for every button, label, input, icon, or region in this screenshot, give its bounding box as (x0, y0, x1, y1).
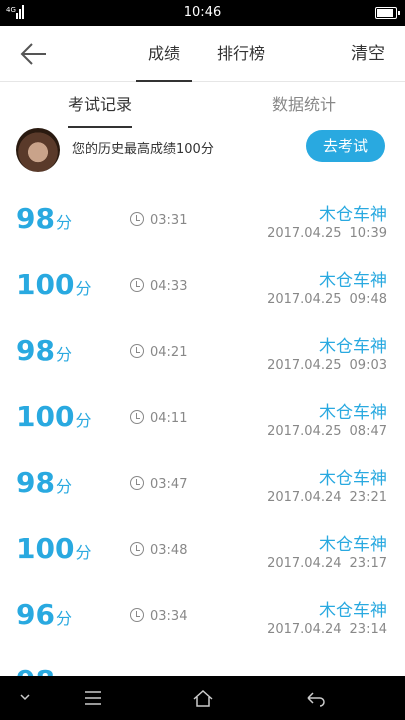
score: 98分 (16, 202, 72, 235)
chevron-down-icon[interactable] (0, 676, 50, 720)
score: 100分 (16, 400, 92, 433)
duration: 03:47 (130, 476, 187, 492)
duration: 04:11 (130, 410, 187, 426)
list-item[interactable]: 100分 04:33 木仓车神 2017.04.25 09:48 (0, 254, 405, 320)
home-icon[interactable] (178, 676, 228, 720)
subtab-exam-records[interactable]: 考试记录 (40, 82, 160, 128)
list-item[interactable]: 98分 04:21 木仓车神 2017.04.25 09:03 (0, 320, 405, 386)
clock-icon (130, 476, 144, 490)
score: 98分 (16, 466, 72, 499)
subtab-statistics[interactable]: 数据统计 (244, 82, 364, 128)
records-list: 98分 03:31 木仓车神 2017.04.25 10:39 100分 04:3… (0, 188, 405, 716)
timestamp: 2017.04.25 08:47 (267, 424, 387, 439)
menu-icon[interactable] (68, 676, 118, 720)
battery-icon (375, 7, 400, 19)
score: 98分 (16, 334, 72, 367)
user-name: 木仓车神 (319, 469, 387, 489)
timestamp: 2017.04.24 23:14 (267, 622, 387, 637)
clock-icon (130, 212, 144, 226)
subtabs: 考试记录 数据统计 (0, 82, 405, 128)
clock-icon (130, 344, 144, 358)
duration: 03:31 (130, 212, 187, 228)
list-item[interactable]: 100分 04:11 木仓车神 2017.04.25 08:47 (0, 386, 405, 452)
user-name: 木仓车神 (319, 271, 387, 291)
list-item[interactable]: 98分 03:47 木仓车神 2017.04.24 23:21 (0, 452, 405, 518)
timestamp: 2017.04.24 23:21 (267, 490, 387, 505)
tab-score[interactable]: 成绩 (136, 26, 192, 82)
list-item[interactable]: 100分 03:48 木仓车神 2017.04.24 23:17 (0, 518, 405, 584)
back-icon[interactable] (290, 676, 340, 720)
timestamp: 2017.04.25 09:03 (267, 358, 387, 373)
clock-icon (130, 608, 144, 622)
back-arrow-icon[interactable] (18, 40, 50, 68)
duration: 03:34 (130, 608, 187, 624)
tab-ranking[interactable]: 排行榜 (208, 26, 274, 82)
duration: 03:48 (130, 542, 187, 558)
profile-summary: 您的历史最高成绩100分 去考试 (0, 128, 405, 172)
score: 100分 (16, 532, 92, 565)
duration: 04:33 (130, 278, 187, 294)
take-exam-button[interactable]: 去考试 (306, 130, 385, 162)
user-name: 木仓车神 (319, 205, 387, 225)
system-nav-bar (0, 676, 405, 720)
user-name: 木仓车神 (319, 535, 387, 555)
header: 成绩 排行榜 清空 (0, 26, 405, 82)
list-item[interactable]: 96分 03:34 木仓车神 2017.04.24 23:14 (0, 584, 405, 650)
user-name: 木仓车神 (319, 403, 387, 423)
score: 96分 (16, 598, 72, 631)
status-time: 10:46 (183, 5, 222, 20)
timestamp: 2017.04.25 09:48 (267, 292, 387, 307)
user-name: 木仓车神 (319, 601, 387, 621)
list-item[interactable]: 98分 03:31 木仓车神 2017.04.25 10:39 (0, 188, 405, 254)
score: 100分 (16, 268, 92, 301)
clock-icon (130, 410, 144, 424)
user-name: 木仓车神 (319, 337, 387, 357)
best-score-text: 您的历史最高成绩100分 (72, 142, 214, 157)
duration: 04:21 (130, 344, 187, 360)
timestamp: 2017.04.24 23:17 (267, 556, 387, 571)
status-bar: 4G 10:46 (0, 0, 405, 26)
timestamp: 2017.04.25 10:39 (267, 226, 387, 241)
clock-icon (130, 542, 144, 556)
clear-button[interactable]: 清空 (351, 26, 385, 82)
avatar (16, 128, 60, 172)
clock-icon (130, 278, 144, 292)
